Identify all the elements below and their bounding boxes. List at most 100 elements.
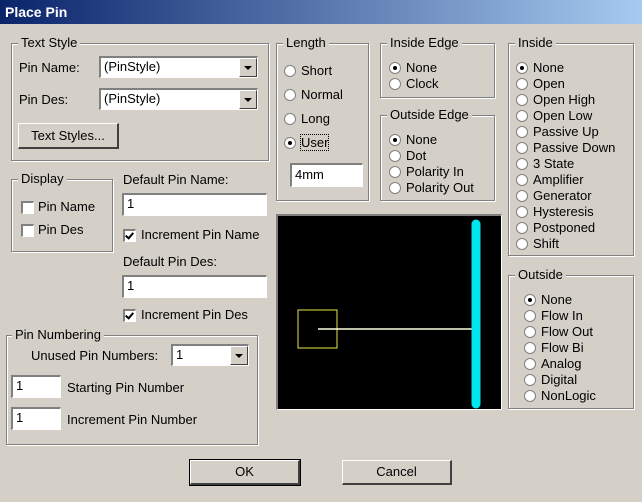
chevron-down-icon[interactable] xyxy=(239,90,257,109)
radio-label[interactable]: Long xyxy=(301,111,330,126)
radio-button[interactable] xyxy=(524,358,536,370)
radio-button[interactable] xyxy=(389,134,401,146)
pin-des-display-label[interactable]: Pin Des xyxy=(38,222,84,237)
inside-option-postponed[interactable]: Postponed xyxy=(516,220,630,235)
inside-edge-option-none[interactable]: None xyxy=(389,60,489,75)
radio-button[interactable] xyxy=(516,174,528,186)
radio-button[interactable] xyxy=(516,126,528,138)
outside-option-digital[interactable]: Digital xyxy=(524,372,628,387)
outside-option-none[interactable]: None xyxy=(524,292,628,307)
pin-name-display-label[interactable]: Pin Name xyxy=(38,199,95,214)
radio-button[interactable] xyxy=(524,310,536,322)
radio-label[interactable]: Short xyxy=(301,63,332,78)
radio-button[interactable] xyxy=(389,150,401,162)
radio-label[interactable]: Dot xyxy=(406,148,426,163)
outside-option-flow-bi[interactable]: Flow Bi xyxy=(524,340,628,355)
radio-button[interactable] xyxy=(284,137,296,149)
outside-edge-option-none[interactable]: None xyxy=(389,132,489,147)
radio-label[interactable]: Open Low xyxy=(533,108,592,123)
title-bar[interactable]: Place Pin xyxy=(0,0,642,24)
radio-button[interactable] xyxy=(389,78,401,90)
user-length-input[interactable]: 4mm xyxy=(290,163,363,187)
length-option-user[interactable]: User xyxy=(284,134,364,151)
increment-pin-name-checkbox[interactable] xyxy=(123,229,136,242)
radio-button[interactable] xyxy=(516,62,528,74)
length-option-short[interactable]: Short xyxy=(284,63,364,78)
chevron-down-icon[interactable] xyxy=(230,346,248,365)
starting-pin-number-input[interactable]: 1 xyxy=(11,375,61,398)
radio-label[interactable]: None xyxy=(541,292,572,307)
radio-label[interactable]: Passive Up xyxy=(533,124,599,139)
outside-option-analog[interactable]: Analog xyxy=(524,356,628,371)
outside-edge-option-polarity-in[interactable]: Polarity In xyxy=(389,164,489,179)
radio-button[interactable] xyxy=(524,326,536,338)
radio-label[interactable]: NonLogic xyxy=(541,388,596,403)
inside-option-shift[interactable]: Shift xyxy=(516,236,630,251)
radio-label[interactable]: Flow In xyxy=(541,308,583,323)
default-pin-des-input[interactable]: 1 xyxy=(122,275,267,298)
radio-label[interactable]: Polarity Out xyxy=(406,180,474,195)
increment-pin-name-label[interactable]: Increment Pin Name xyxy=(141,227,260,242)
radio-button[interactable] xyxy=(516,158,528,170)
inside-option-hysteresis[interactable]: Hysteresis xyxy=(516,204,630,219)
inside-option-passive-down[interactable]: Passive Down xyxy=(516,140,630,155)
default-pin-name-input[interactable]: 1 xyxy=(122,193,267,216)
radio-label[interactable]: Digital xyxy=(541,372,577,387)
radio-button[interactable] xyxy=(516,78,528,90)
increment-pin-number-input[interactable]: 1 xyxy=(11,407,61,430)
radio-button[interactable] xyxy=(284,113,296,125)
pin-des-display-checkbox[interactable] xyxy=(21,224,34,237)
radio-label[interactable]: Flow Out xyxy=(541,324,593,339)
radio-label[interactable]: Amplifier xyxy=(533,172,584,187)
outside-edge-option-dot[interactable]: Dot xyxy=(389,148,489,163)
outside-option-flow-in[interactable]: Flow In xyxy=(524,308,628,323)
inside-option-amplifier[interactable]: Amplifier xyxy=(516,172,630,187)
radio-label[interactable]: Flow Bi xyxy=(541,340,584,355)
radio-label[interactable]: None xyxy=(406,60,437,75)
radio-button[interactable] xyxy=(516,238,528,250)
outside-edge-option-polarity-out[interactable]: Polarity Out xyxy=(389,180,489,195)
inside-option-passive-up[interactable]: Passive Up xyxy=(516,124,630,139)
radio-label[interactable]: Normal xyxy=(301,87,343,102)
radio-button[interactable] xyxy=(516,190,528,202)
inside-edge-option-clock[interactable]: Clock xyxy=(389,76,489,91)
pin-name-display-checkbox[interactable] xyxy=(21,201,34,214)
increment-pin-des-checkbox[interactable] xyxy=(123,309,136,322)
radio-label[interactable]: 3 State xyxy=(533,156,574,171)
radio-button[interactable] xyxy=(524,390,536,402)
radio-button[interactable] xyxy=(389,62,401,74)
length-option-long[interactable]: Long xyxy=(284,111,364,126)
radio-label[interactable]: Open High xyxy=(533,92,595,107)
radio-label[interactable]: None xyxy=(533,60,564,75)
radio-button[interactable] xyxy=(516,142,528,154)
text-styles-button[interactable]: Text Styles... xyxy=(18,123,119,149)
inside-option-3-state[interactable]: 3 State xyxy=(516,156,630,171)
inside-option-none[interactable]: None xyxy=(516,60,630,75)
radio-label[interactable]: None xyxy=(406,132,437,147)
length-option-normal[interactable]: Normal xyxy=(284,87,364,102)
radio-button[interactable] xyxy=(524,342,536,354)
pin-name-style-select[interactable]: (PinStyle) xyxy=(99,56,258,78)
radio-button[interactable] xyxy=(516,110,528,122)
inside-option-open[interactable]: Open xyxy=(516,76,630,91)
inside-option-open-high[interactable]: Open High xyxy=(516,92,630,107)
radio-label[interactable]: Hysteresis xyxy=(533,204,594,219)
increment-pin-des-label[interactable]: Increment Pin Des xyxy=(141,307,248,322)
inside-option-generator[interactable]: Generator xyxy=(516,188,630,203)
outside-option-flow-out[interactable]: Flow Out xyxy=(524,324,628,339)
radio-label[interactable]: Passive Down xyxy=(533,140,615,155)
radio-button[interactable] xyxy=(516,222,528,234)
chevron-down-icon[interactable] xyxy=(239,58,257,77)
radio-label[interactable]: User xyxy=(299,134,330,151)
radio-label[interactable]: Open xyxy=(533,76,565,91)
radio-button[interactable] xyxy=(389,182,401,194)
cancel-button[interactable]: Cancel xyxy=(342,460,452,485)
radio-button[interactable] xyxy=(284,89,296,101)
radio-button[interactable] xyxy=(516,94,528,106)
radio-label[interactable]: Polarity In xyxy=(406,164,464,179)
outside-option-nonlogic[interactable]: NonLogic xyxy=(524,388,628,403)
pin-des-style-select[interactable]: (PinStyle) xyxy=(99,88,258,110)
radio-label[interactable]: Generator xyxy=(533,188,592,203)
radio-button[interactable] xyxy=(524,294,536,306)
unused-pin-numbers-select[interactable]: 1 xyxy=(171,344,249,366)
